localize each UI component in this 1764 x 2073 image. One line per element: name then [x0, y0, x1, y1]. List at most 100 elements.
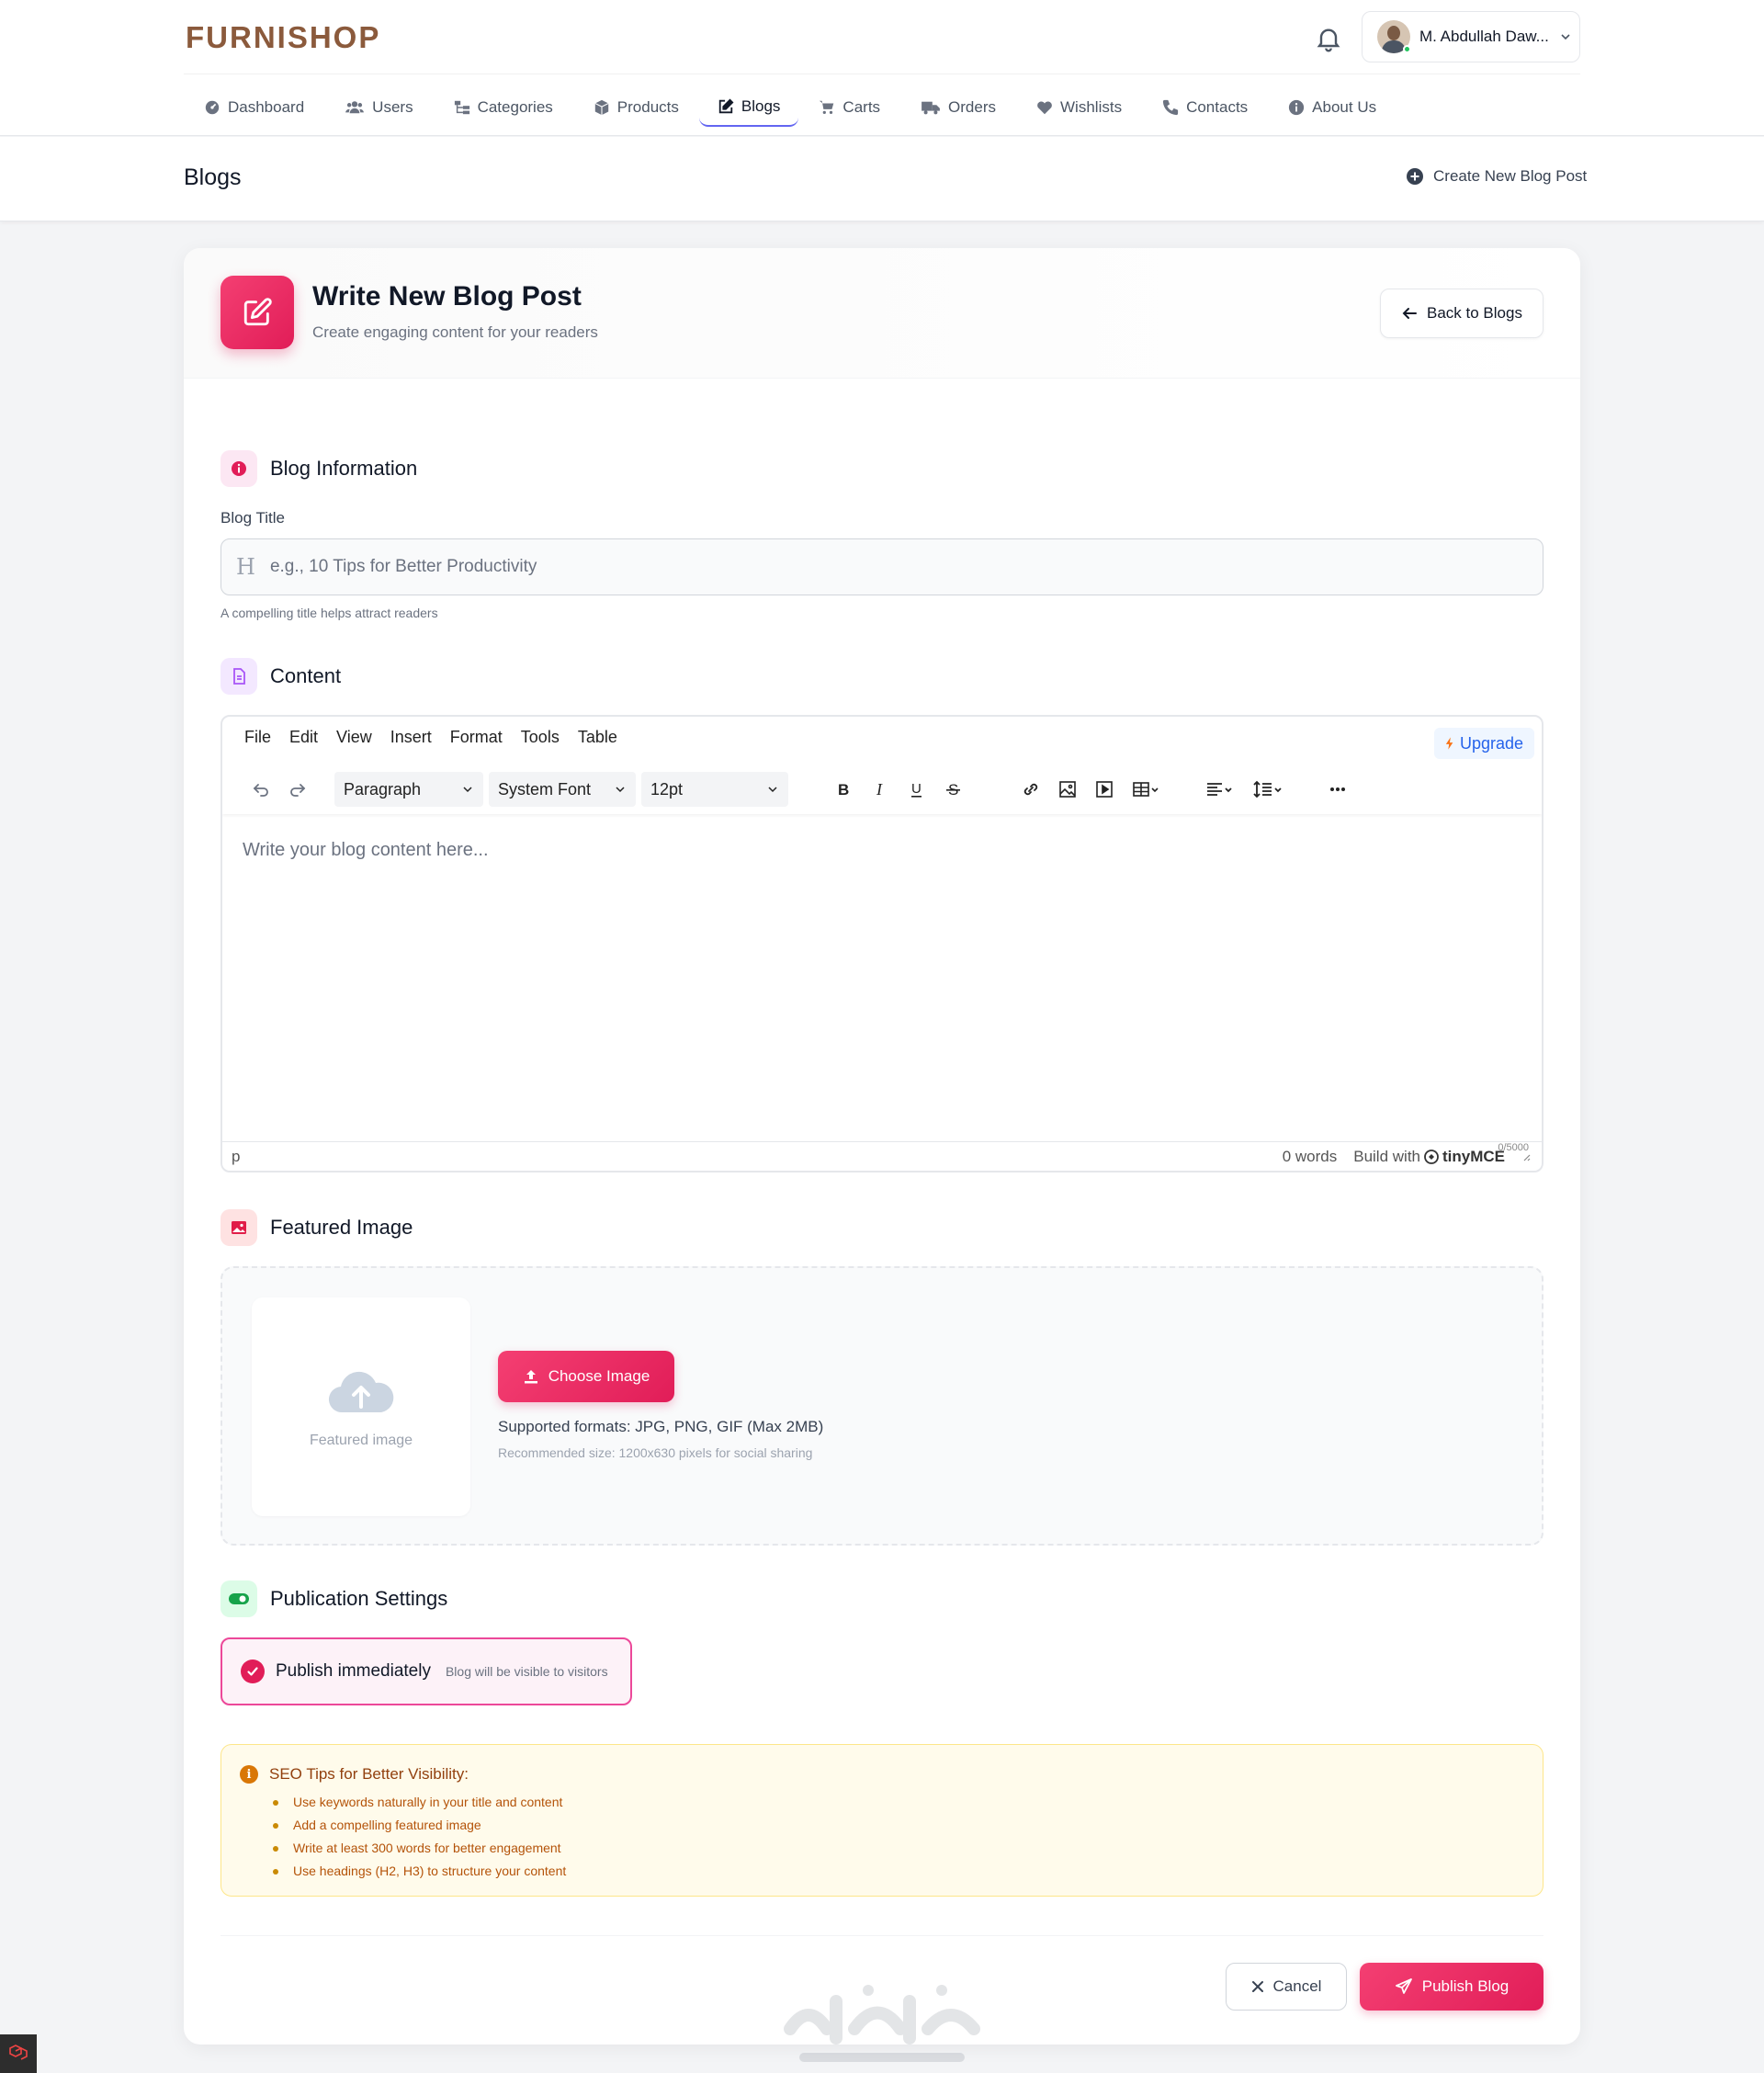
close-icon — [1251, 1980, 1264, 1993]
align-icon[interactable] — [1196, 771, 1242, 808]
nav-label: Contacts — [1186, 98, 1249, 116]
card-subtitle: Create engaging content for your readers — [312, 323, 598, 341]
menu-edit[interactable]: Edit — [289, 728, 318, 747]
chevron-down-icon — [461, 783, 474, 796]
underline-button[interactable]: U — [899, 771, 935, 808]
tinymce-branding[interactable]: Build with tinyMCE — [1353, 1148, 1505, 1166]
menu-insert[interactable]: Insert — [390, 728, 432, 747]
brand-logo[interactable]: FURNISHOP — [186, 20, 380, 55]
nav-item-users[interactable]: Users — [324, 88, 433, 127]
user-name: M. Abdullah Daw... — [1419, 28, 1549, 45]
framework-badge-icon[interactable] — [0, 2034, 37, 2073]
editor-toolbar: Paragraph System Font 12pt B I U S — [222, 765, 1542, 814]
upgrade-label: Upgrade — [1459, 733, 1523, 753]
block-format-select[interactable]: Paragraph — [334, 772, 483, 807]
cancel-label: Cancel — [1272, 1977, 1322, 1995]
bold-button[interactable]: B — [825, 771, 862, 808]
line-height-icon[interactable] — [1242, 771, 1294, 808]
word-count[interactable]: 0 words — [1283, 1148, 1338, 1166]
nav-item-about-us[interactable]: About Us — [1268, 88, 1396, 127]
element-path[interactable]: p — [232, 1148, 240, 1166]
nav-item-contacts[interactable]: Contacts — [1142, 88, 1268, 127]
upload-icon — [523, 1368, 539, 1385]
font-size-select[interactable]: 12pt — [641, 772, 788, 807]
section-featured-image: Featured Image — [220, 1209, 413, 1246]
editor-content-area[interactable]: Write your blog content here... — [243, 840, 489, 861]
seo-tips-list: Use keywords naturally in your title and… — [273, 1791, 1543, 1883]
arrow-left-icon — [1401, 305, 1418, 322]
list-item: Use keywords naturally in your title and… — [273, 1791, 1543, 1814]
nav-label: Carts — [842, 98, 881, 116]
nav-label: Blogs — [741, 97, 781, 115]
nav-item-blogs[interactable]: Blogs — [698, 88, 799, 127]
italic-button[interactable]: I — [862, 771, 899, 808]
menu-table[interactable]: Table — [578, 728, 617, 747]
link-icon[interactable] — [1012, 771, 1049, 808]
nav-item-orders[interactable]: Orders — [900, 88, 1016, 127]
build-with-label: Build with — [1353, 1148, 1420, 1165]
card-header: Write New Blog Post Create engaging cont… — [184, 248, 1580, 379]
blog-title-label: Blog Title — [220, 509, 285, 527]
font-family-value: System Font — [498, 779, 592, 799]
card-title: Write New Blog Post — [312, 281, 582, 312]
page-header: Blogs Create New Blog Post — [0, 137, 1764, 221]
nav-label: Dashboard — [228, 98, 305, 116]
back-to-blogs-button[interactable]: Back to Blogs — [1380, 289, 1544, 338]
media-icon[interactable] — [1086, 771, 1123, 808]
undo-button[interactable] — [243, 771, 279, 808]
cancel-button[interactable]: Cancel — [1226, 1963, 1347, 2011]
recommended-size-text: Recommended size: 1200x630 pixels for so… — [498, 1445, 813, 1460]
document-icon — [220, 658, 257, 695]
editor-menubar: File Edit View Insert Format Tools Table — [222, 717, 1542, 757]
image-dropzone[interactable]: Featured image Choose Image Supported fo… — [220, 1266, 1544, 1546]
menu-view[interactable]: View — [336, 728, 372, 747]
publish-blog-button[interactable]: Publish Blog — [1360, 1963, 1544, 2011]
tinymce-label: tinyMCE — [1442, 1148, 1505, 1165]
main-nav: Dashboard Users Categories Products Blog… — [184, 88, 1396, 127]
blog-title-input[interactable] — [269, 557, 1464, 577]
section-title: Publication Settings — [270, 1587, 448, 1610]
strikethrough-button[interactable]: S — [935, 771, 972, 808]
publish-immediately-checkbox[interactable]: Publish immediately Blog will be visible… — [220, 1637, 632, 1705]
preview-label: Featured image — [309, 1433, 413, 1448]
create-new-blog-post-link[interactable]: Create New Blog Post — [1406, 167, 1587, 186]
info-icon — [1288, 99, 1305, 116]
nav-item-products[interactable]: Products — [573, 88, 699, 127]
upgrade-button[interactable]: Upgrade — [1433, 728, 1534, 759]
section-content: Content — [220, 658, 341, 695]
font-size-value: 12pt — [650, 779, 684, 799]
blog-form-card: Write New Blog Post Create engaging cont… — [184, 248, 1580, 2045]
image-icon — [220, 1209, 257, 1246]
block-format-value: Paragraph — [344, 779, 422, 799]
more-icon[interactable] — [1319, 771, 1356, 808]
menu-format[interactable]: Format — [450, 728, 503, 747]
cart-icon — [819, 99, 835, 116]
user-menu[interactable]: M. Abdullah Daw... — [1362, 11, 1580, 62]
menu-file[interactable]: File — [244, 728, 271, 747]
resize-handle-icon[interactable] — [1521, 1152, 1531, 1161]
redo-button[interactable] — [279, 771, 316, 808]
phone-icon — [1162, 99, 1179, 116]
nav-item-categories[interactable]: Categories — [434, 88, 573, 127]
notification-bell-icon[interactable] — [1314, 24, 1343, 53]
choose-image-button[interactable]: Choose Image — [498, 1351, 674, 1402]
users-icon — [345, 99, 365, 116]
info-icon: i — [240, 1765, 258, 1784]
publish-hint: Blog will be visible to visitors — [445, 1664, 608, 1679]
nav-label: Users — [372, 98, 413, 116]
dashboard-icon — [204, 99, 220, 116]
nav-item-dashboard[interactable]: Dashboard — [184, 88, 324, 127]
nav-item-carts[interactable]: Carts — [798, 88, 900, 127]
font-family-select[interactable]: System Font — [489, 772, 636, 807]
table-icon[interactable] — [1123, 771, 1169, 808]
nav-label: About Us — [1312, 98, 1377, 116]
list-item: Write at least 300 words for better enga… — [273, 1837, 1543, 1860]
nav-item-wishlists[interactable]: Wishlists — [1016, 88, 1142, 127]
divider — [220, 1935, 1544, 1936]
section-publication-settings: Publication Settings — [220, 1580, 447, 1617]
list-item: Add a compelling featured image — [273, 1814, 1543, 1837]
image-icon[interactable] — [1049, 771, 1086, 808]
blog-title-hint: A compelling title helps attract readers — [220, 606, 438, 620]
menu-tools[interactable]: Tools — [521, 728, 560, 747]
blog-title-field[interactable]: H — [220, 538, 1544, 595]
